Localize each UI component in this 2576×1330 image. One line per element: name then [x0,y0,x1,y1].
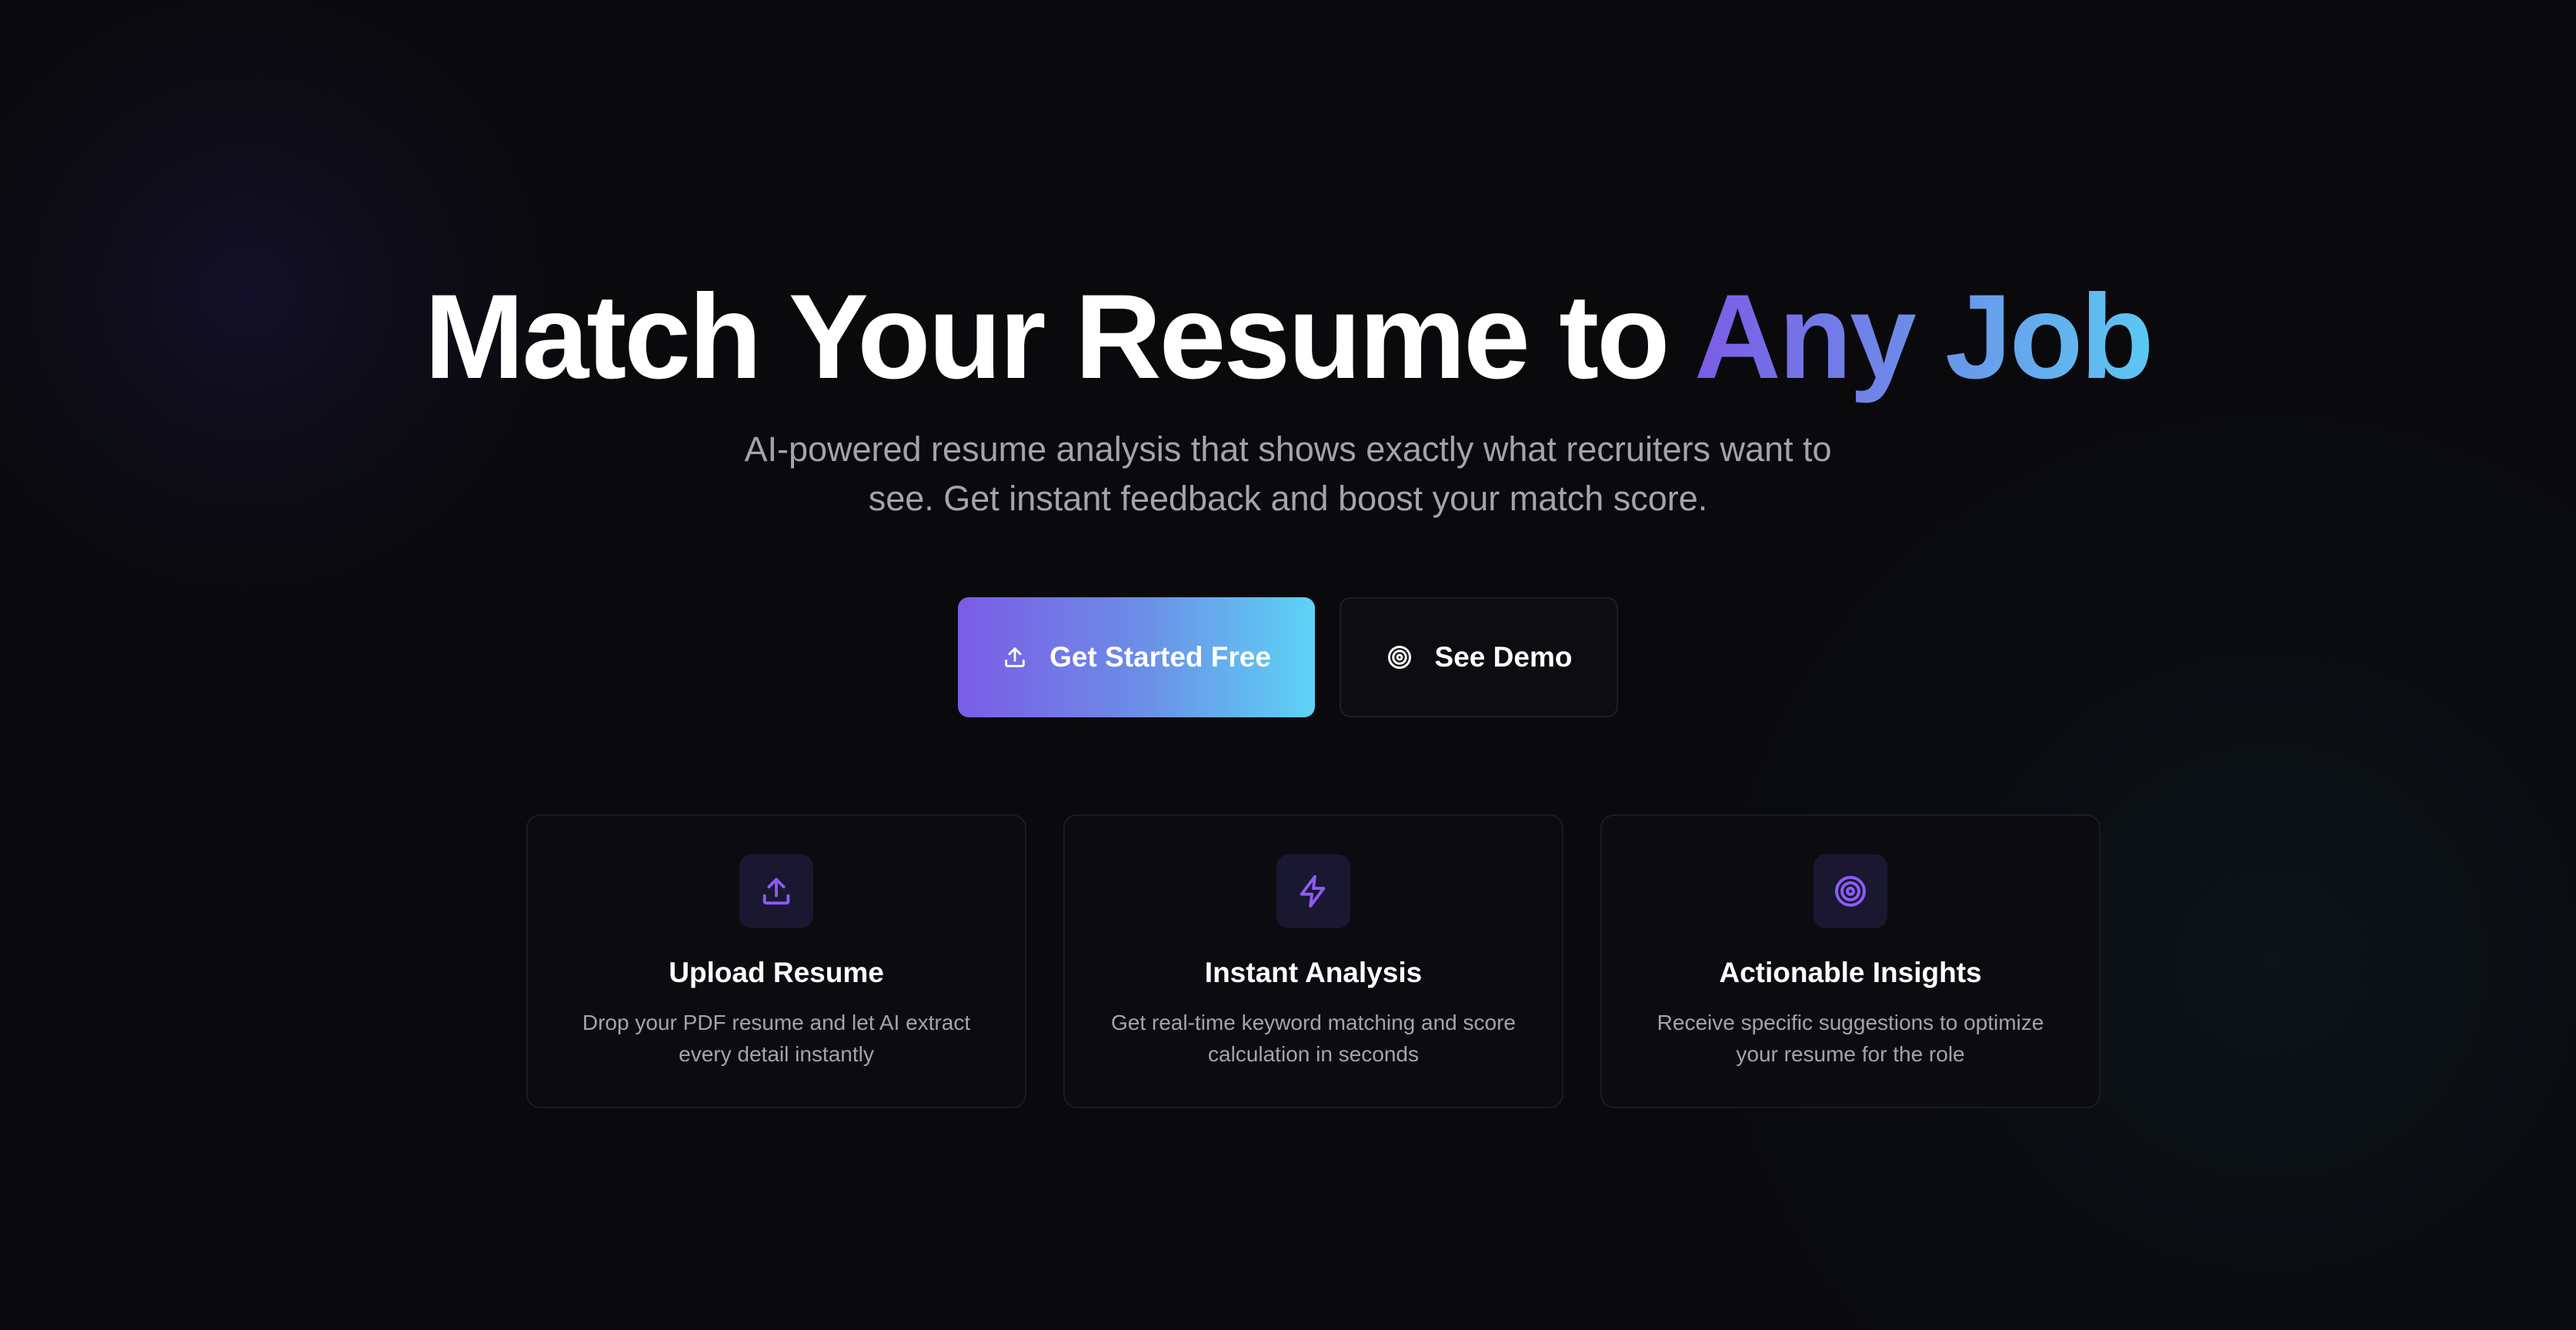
cta-row: Get Started Free See Demo [0,597,2576,717]
see-demo-label: See Demo [1434,641,1573,673]
hero-subtitle: AI-powered resume analysis that shows ex… [744,429,1832,518]
features-section: Upload Resume Drop your PDF resume and l… [526,814,2101,1108]
feature-description: Get real-time keyword matching and score… [1111,1011,1516,1066]
feature-card-upload: Upload Resume Drop your PDF resume and l… [526,814,1026,1108]
get-started-button[interactable]: Get Started Free [958,597,1315,717]
see-demo-button[interactable]: See Demo [1340,597,1618,717]
feature-title: Upload Resume [669,957,884,988]
hero-title-main: Match Your Resume to [424,270,1694,404]
feature-card-analysis: Instant Analysis Get real-time keyword m… [1063,814,1563,1108]
feature-description: Drop your PDF resume and let AI extract … [582,1011,971,1066]
get-started-label: Get Started Free [1049,641,1271,673]
hero-section: Match Your Resume to Any Job AI-powered … [0,269,2576,523]
feature-title: Instant Analysis [1204,957,1423,988]
target-icon [1814,854,1887,928]
lightning-icon [1276,854,1350,928]
upload-icon [1002,644,1028,670]
feature-description: Receive specific suggestions to optimize… [1657,1011,2044,1066]
target-icon [1386,643,1413,671]
feature-card-insights: Actionable Insights Receive specific sug… [1600,814,2101,1108]
upload-icon [739,854,813,928]
hero-title: Match Your Resume to Any Job [0,269,2576,405]
hero-title-accent: Any Job [1694,270,2154,404]
feature-title: Actionable Insights [1719,957,1982,988]
